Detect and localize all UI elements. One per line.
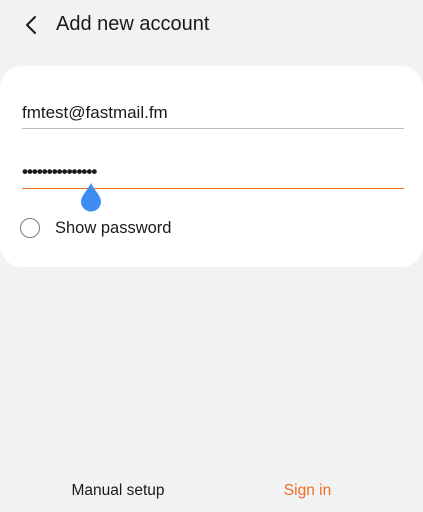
manual-setup-button[interactable]: Manual setup — [48, 482, 188, 500]
bottom-action-bar: Manual setup Sign in — [0, 472, 423, 512]
app-bar: Add new account — [0, 0, 423, 50]
account-form-card: fmtest@fastmail.fm ••••••••••••••• Show … — [0, 66, 423, 267]
page-title: Add new account — [56, 13, 210, 35]
email-field[interactable]: fmtest@fastmail.fm — [22, 102, 404, 129]
text-cursor-handle[interactable] — [80, 182, 102, 212]
show-password-checkbox[interactable] — [20, 218, 40, 238]
sign-in-button[interactable]: Sign in — [250, 482, 365, 500]
show-password-label: Show password — [55, 218, 172, 237]
chevron-left-icon — [24, 15, 38, 35]
email-value[interactable]: fmtest@fastmail.fm — [22, 102, 404, 124]
password-value[interactable]: ••••••••••••••• — [22, 162, 404, 182]
back-button[interactable] — [14, 8, 48, 42]
show-password-option[interactable]: Show password — [20, 216, 171, 240]
